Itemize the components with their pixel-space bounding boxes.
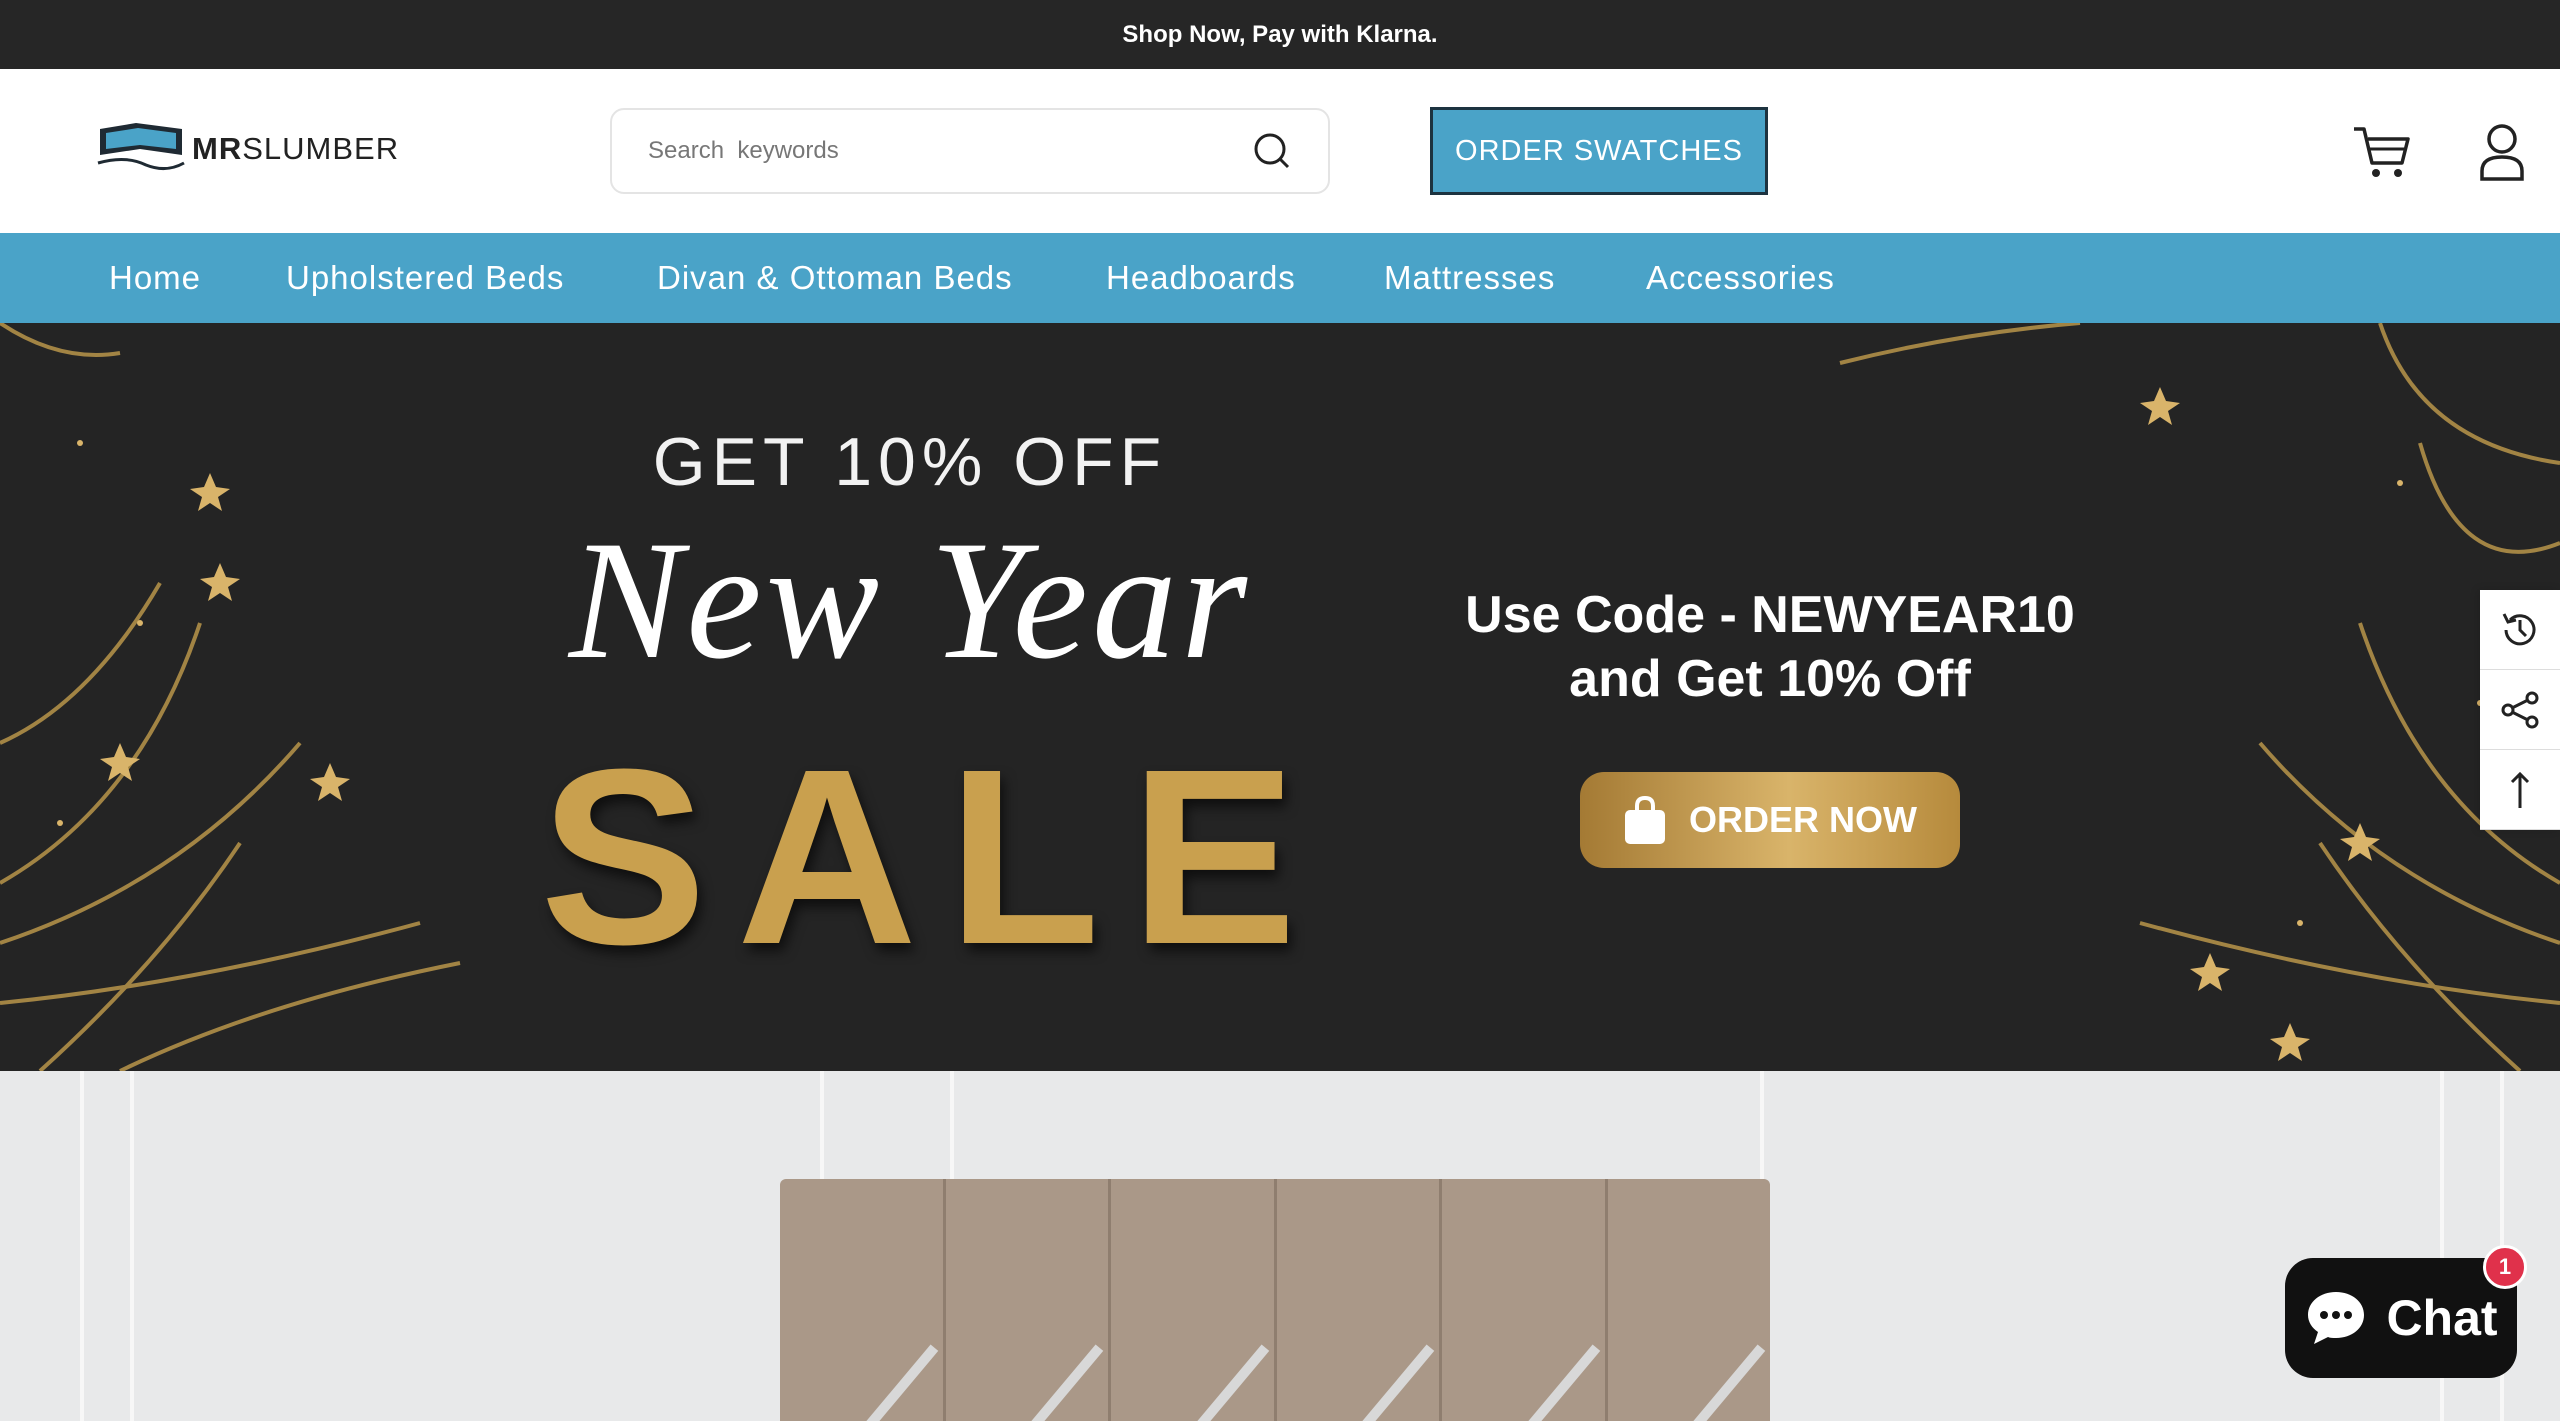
promo-headline-discount: GET 10% OFF [652,424,1168,500]
promo-banner[interactable]: GET 10% OFF New Year SALE Use Code - NEW… [0,323,2560,1071]
share-icon [2501,691,2539,728]
headboard-panel [780,1179,946,1421]
logo-mark-icon [97,123,185,170]
wall-panel-line [80,1071,84,1421]
headboard-panel [1442,1179,1608,1421]
logo-text-bold: MR [192,131,243,166]
site-header: MRSLUMBER ORDER SWATCHES [0,69,2560,233]
nav-item-accessories[interactable]: Accessories [1646,233,1835,323]
logo[interactable]: MRSLUMBER [96,119,399,179]
wall-panel-line [130,1071,134,1421]
announcement-bar: Shop Now, Pay with Klarna. [0,0,2560,69]
cart-icon[interactable] [2350,119,2414,183]
side-toolbar [2480,590,2560,830]
promo-headline-sale: SALE [540,717,1327,996]
nav-item-divan-ottoman-beds[interactable]: Divan & Ottoman Beds [657,233,1013,323]
main-navigation: Home Upholstered Beds Divan & Ottoman Be… [0,233,2560,323]
promo-code-line: Use Code - NEWYEAR10 [1465,586,2075,644]
headboard-image [780,1179,1770,1421]
headboard-panel [1111,1179,1277,1421]
promo-headline-new-year: New Year [568,506,1252,694]
headboard-panel [1608,1179,1771,1421]
search-box [610,108,1330,194]
product-hero-image[interactable] [0,1071,2560,1421]
arrow-up-icon [2510,771,2530,808]
nav-item-home[interactable]: Home [109,233,201,323]
logo-text-rest: SLUMBER [242,131,400,166]
nav-item-upholstered-beds[interactable]: Upholstered Beds [286,233,564,323]
account-icon[interactable] [2470,119,2534,183]
order-now-button[interactable]: ORDER NOW [1580,772,1960,868]
share-button[interactable] [2480,670,2560,750]
order-swatches-button[interactable]: ORDER SWATCHES [1430,107,1768,195]
chat-unread-badge: 1 [2483,1245,2527,1289]
announcement-text: Shop Now, Pay with Klarna. [1122,20,1438,48]
headboard-panel [946,1179,1111,1421]
order-now-label: ORDER NOW [1689,799,1917,840]
nav-item-mattresses[interactable]: Mattresses [1384,233,1555,323]
recently-viewed-button[interactable] [2480,590,2560,670]
chat-bubble-icon [2308,1292,2365,1344]
nav-item-headboards[interactable]: Headboards [1106,233,1296,323]
shopping-bag-icon [1625,795,1665,844]
promo-discount-line: and Get 10% Off [1569,650,1971,708]
history-icon [2502,612,2536,645]
headboard-panel [1277,1179,1442,1421]
search-icon[interactable] [1252,131,1292,171]
back-to-top-button[interactable] [2480,750,2560,830]
promo-code-text: Use Code - NEWYEAR10 and Get 10% Off [1380,583,2160,711]
chat-label: Chat [2386,1290,2498,1346]
chat-button[interactable]: Chat [2285,1258,2517,1378]
search-input[interactable] [648,137,1252,165]
